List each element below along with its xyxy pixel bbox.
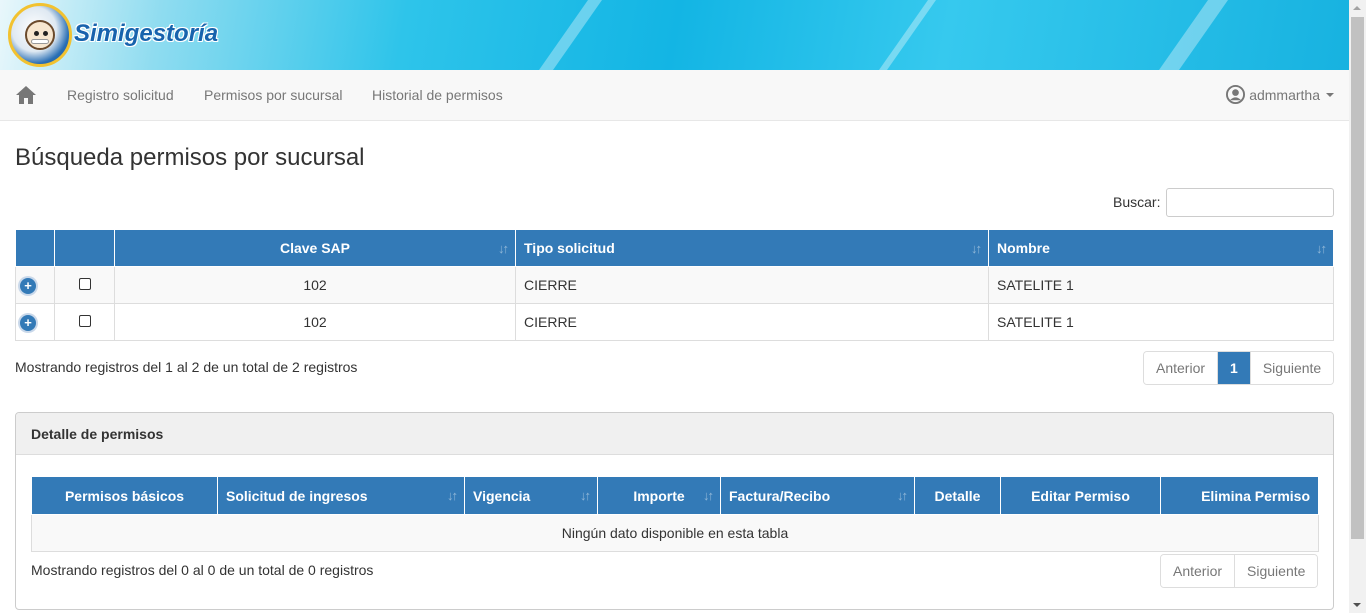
empty-row: Ningún dato disponible en esta tabla: [31, 514, 1319, 552]
expand-cell[interactable]: +: [15, 266, 55, 304]
col-nombre[interactable]: Nombre ↓↑: [988, 229, 1334, 267]
expand-plus-icon[interactable]: +: [20, 314, 36, 331]
scroll-up-icon[interactable]: [1353, 6, 1361, 10]
sort-icon[interactable]: ↓↑: [447, 488, 458, 503]
cell-clave-sap: 102: [114, 303, 516, 341]
sort-icon[interactable]: ↓↑: [703, 488, 714, 503]
header-banner: Simigestoría: [0, 0, 1349, 70]
row-checkbox[interactable]: [78, 278, 91, 290]
caret-down-icon: [1326, 92, 1334, 97]
detail-table: Permisos básicos Solicitud de ingresos ↓…: [31, 476, 1319, 552]
permisos-table: Clave SAP ↓↑ Tipo solicitud ↓↑ Nombre ↓↑…: [15, 229, 1334, 341]
brand-name[interactable]: Simigestoría: [74, 20, 218, 48]
pager-page-1-button[interactable]: 1: [1217, 352, 1250, 384]
col-detalle: Detalle: [914, 476, 1001, 515]
table-info: Mostrando registros del 1 al 2 de un tot…: [15, 359, 358, 375]
cell-clave-sap: 102: [114, 266, 516, 304]
col-nombre-label: Nombre: [997, 240, 1050, 256]
sort-icon[interactable]: ↓↑: [971, 241, 982, 256]
col-vigencia-label: Vigencia: [473, 487, 531, 504]
sort-icon[interactable]: ↓↑: [498, 241, 509, 256]
user-name: admmartha: [1249, 86, 1320, 103]
col-clave-sap[interactable]: Clave SAP ↓↑: [114, 229, 516, 267]
detail-table-info: Mostrando registros del 0 al 0 de un tot…: [31, 562, 374, 578]
col-permisos-basicos[interactable]: Permisos básicos: [31, 476, 218, 515]
detail-pager-prev-button[interactable]: Anterior: [1161, 555, 1235, 587]
page-title: Búsqueda permisos por sucursal: [15, 144, 365, 171]
table-row[interactable]: + 102 CIERRE SATELITE 1: [15, 303, 1334, 341]
empty-message: Ningún dato disponible en esta tabla: [31, 514, 1319, 552]
home-icon[interactable]: [15, 85, 37, 105]
cell-nombre: SATELITE 1: [988, 266, 1334, 304]
scroll-down-icon[interactable]: [1353, 603, 1361, 607]
col-factura-recibo-label: Factura/Recibo: [729, 487, 831, 504]
expand-plus-icon[interactable]: +: [20, 277, 36, 294]
col-clave-sap-label: Clave SAP: [279, 240, 351, 256]
col-factura-recibo[interactable]: Factura/Recibo ↓↑: [720, 476, 915, 515]
col-elimina-permiso: Elimina Permiso: [1160, 476, 1319, 515]
col-importe-label: Importe: [633, 487, 685, 504]
detail-pager-next-button[interactable]: Siguiente: [1234, 555, 1318, 587]
pagination: Anterior 1 Siguiente: [1143, 351, 1335, 385]
select-cell[interactable]: [54, 266, 115, 304]
table-header-row: Clave SAP ↓↑ Tipo solicitud ↓↑ Nombre ↓↑: [15, 229, 1334, 267]
detail-header-row: Permisos básicos Solicitud de ingresos ↓…: [31, 476, 1319, 515]
col-solicitud-ingresos-label: Solicitud de ingresos: [226, 487, 368, 504]
expand-cell[interactable]: +: [15, 303, 55, 341]
sort-icon[interactable]: ↓↑: [897, 488, 908, 503]
navbar: Registro solicitud Permisos por sucursal…: [0, 70, 1349, 121]
page-scrollbar[interactable]: [1349, 0, 1366, 613]
user-menu[interactable]: admmartha: [1226, 85, 1334, 104]
col-solicitud-ingresos[interactable]: Solicitud de ingresos ↓↑: [217, 476, 465, 515]
nav-registro-solicitud[interactable]: Registro solicitud: [67, 87, 174, 103]
table-row[interactable]: + 102 CIERRE SATELITE 1: [15, 266, 1334, 304]
search-input[interactable]: [1166, 188, 1334, 217]
pager-next-button[interactable]: Siguiente: [1249, 352, 1334, 384]
col-expand: [15, 229, 55, 267]
cell-tipo-solicitud: CIERRE: [515, 303, 989, 341]
cell-nombre: SATELITE 1: [988, 303, 1334, 341]
user-circle-icon: [1226, 85, 1246, 104]
scroll-thumb[interactable]: [1351, 17, 1364, 539]
sort-icon[interactable]: ↓↑: [580, 488, 591, 503]
detail-panel-title: Detalle de permisos: [16, 413, 1333, 455]
pager-prev-button[interactable]: Anterior: [1144, 352, 1218, 384]
col-vigencia[interactable]: Vigencia ↓↑: [464, 476, 598, 515]
col-tipo-solicitud-label: Tipo solicitud: [524, 240, 615, 256]
col-tipo-solicitud[interactable]: Tipo solicitud ↓↑: [515, 229, 989, 267]
select-cell[interactable]: [54, 303, 115, 341]
nav-permisos-por-sucursal[interactable]: Permisos por sucursal: [204, 87, 343, 103]
nav-historial-de-permisos[interactable]: Historial de permisos: [372, 87, 503, 103]
mascot-logo-icon[interactable]: [8, 3, 72, 67]
sort-icon[interactable]: ↓↑: [1316, 241, 1327, 256]
col-importe[interactable]: Importe ↓↑: [597, 476, 721, 515]
col-editar-permiso: Editar Permiso: [1000, 476, 1161, 515]
row-checkbox[interactable]: [78, 315, 91, 327]
search-label: Buscar:: [1113, 194, 1161, 210]
cell-tipo-solicitud: CIERRE: [515, 266, 989, 304]
col-select: [54, 229, 115, 267]
detail-pagination: Anterior Siguiente: [1160, 554, 1319, 588]
